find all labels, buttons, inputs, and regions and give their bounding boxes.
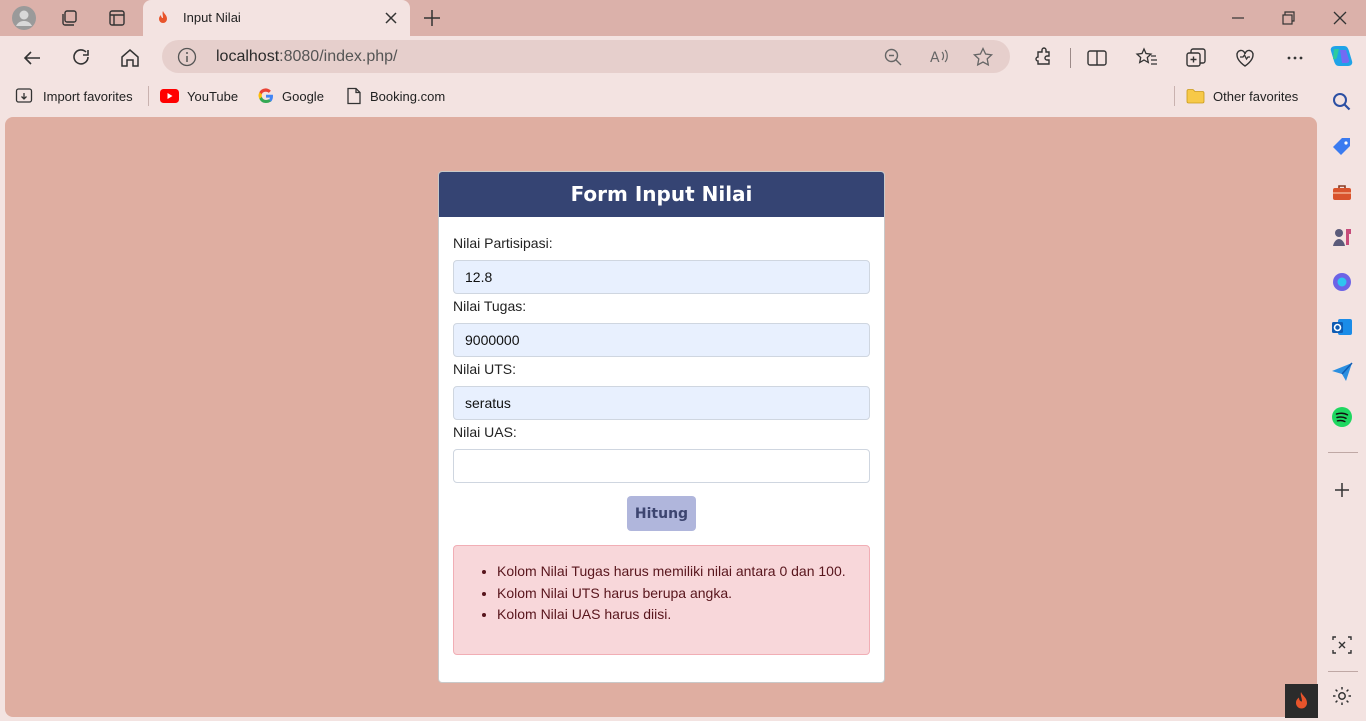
favorite-google[interactable]: Google — [258, 86, 324, 106]
label-nilai-uts: Nilai UTS: — [453, 361, 517, 377]
form-card: Form Input Nilai Nilai Partisipasi: Nila… — [438, 171, 885, 683]
browser-essentials-icon[interactable] — [1231, 44, 1259, 72]
codeigniter-flame-icon — [159, 11, 167, 23]
label-nilai-partisipasi: Nilai Partisipasi: — [453, 235, 553, 251]
shopping-tag-icon[interactable] — [1330, 135, 1354, 159]
favorites-divider — [148, 86, 149, 106]
hitung-button[interactable]: Hitung — [627, 496, 696, 531]
close-window-icon[interactable] — [1328, 6, 1352, 30]
favorites-divider — [1174, 86, 1175, 106]
split-screen-icon[interactable] — [1083, 44, 1111, 72]
add-sidebar-app-icon[interactable] — [1330, 478, 1354, 502]
copilot-app-icon[interactable] — [1330, 270, 1354, 294]
page-viewport: Form Input Nilai Nilai Partisipasi: Nila… — [5, 117, 1317, 717]
error-list: Kolom Nilai Tugas harus memiliki nilai a… — [497, 563, 846, 628]
sidebar-divider — [1328, 671, 1358, 672]
favorites-bar: Import favorites YouTube Google Booking.… — [0, 78, 1318, 114]
label-nilai-uas: Nilai UAS: — [453, 424, 517, 440]
input-nilai-uas[interactable] — [453, 449, 870, 483]
edge-sidebar — [1318, 78, 1366, 721]
input-nilai-tugas[interactable] — [453, 323, 870, 357]
page-icon — [347, 87, 361, 105]
collections-icon[interactable] — [1182, 44, 1210, 72]
sidebar-divider — [1328, 452, 1358, 453]
spotify-icon[interactable] — [1330, 405, 1354, 429]
minimize-icon[interactable] — [1226, 6, 1250, 30]
read-aloud-icon[interactable]: A — [927, 46, 949, 68]
screenshot-icon[interactable] — [1330, 633, 1354, 657]
form-title: Form Input Nilai — [439, 172, 884, 217]
error-item: Kolom Nilai UTS harus berupa angka. — [497, 585, 846, 607]
refresh-icon[interactable] — [67, 44, 95, 72]
input-nilai-partisipasi[interactable] — [453, 260, 870, 294]
tab-actions-icon[interactable] — [103, 4, 131, 32]
close-tab-icon[interactable] — [382, 9, 400, 27]
google-icon — [258, 88, 273, 104]
copilot-icon[interactable] — [1327, 42, 1355, 70]
tools-briefcase-icon[interactable] — [1330, 180, 1354, 204]
favorite-import[interactable]: Import favorites — [15, 86, 133, 106]
youtube-icon — [160, 89, 179, 103]
svg-text:A: A — [930, 50, 940, 66]
import-favorites-icon — [15, 88, 33, 103]
codeigniter-flame-icon — [1296, 692, 1307, 709]
new-tab-icon[interactable] — [420, 6, 444, 30]
workspaces-icon[interactable] — [55, 4, 83, 32]
site-info-icon[interactable] — [176, 46, 198, 68]
title-bar: Input Nilai — [0, 0, 1366, 36]
error-item: Kolom Nilai UAS harus diisi. — [497, 606, 846, 628]
label-nilai-tugas: Nilai Tugas: — [453, 298, 527, 314]
send-icon[interactable] — [1330, 360, 1354, 384]
profile-avatar-icon[interactable] — [10, 4, 38, 32]
extensions-icon[interactable] — [1029, 44, 1057, 72]
add-favorite-star-icon[interactable] — [972, 46, 994, 68]
validation-error-alert: Kolom Nilai Tugas harus memiliki nilai a… — [453, 545, 870, 655]
tab-input-nilai[interactable]: Input Nilai — [143, 0, 410, 36]
tab-title: Input Nilai — [183, 10, 241, 25]
navigation-bar: localhost:8080/index.php/ A — [0, 36, 1366, 78]
search-icon[interactable] — [1330, 90, 1354, 114]
toolbar-divider — [1070, 48, 1071, 68]
restore-icon[interactable] — [1276, 6, 1300, 30]
games-icon[interactable] — [1330, 225, 1354, 249]
home-icon[interactable] — [116, 44, 144, 72]
address-bar[interactable]: localhost:8080/index.php/ A — [162, 40, 1010, 73]
favorites-icon[interactable] — [1133, 44, 1161, 72]
debug-toolbar-toggle[interactable] — [1285, 684, 1318, 718]
outlook-icon[interactable] — [1330, 315, 1354, 339]
favorite-youtube[interactable]: YouTube — [160, 86, 238, 106]
more-options-icon[interactable] — [1281, 44, 1309, 72]
folder-icon — [1186, 89, 1205, 104]
settings-gear-icon[interactable] — [1330, 684, 1354, 708]
error-item: Kolom Nilai Tugas harus memiliki nilai a… — [497, 563, 846, 585]
zoom-out-icon[interactable] — [882, 46, 904, 68]
back-icon[interactable] — [18, 44, 46, 72]
other-favorites-folder[interactable]: Other favorites — [1186, 86, 1298, 106]
favorite-booking[interactable]: Booking.com — [346, 86, 445, 106]
input-nilai-uts[interactable] — [453, 386, 870, 420]
url-text[interactable]: localhost:8080/index.php/ — [216, 48, 397, 66]
